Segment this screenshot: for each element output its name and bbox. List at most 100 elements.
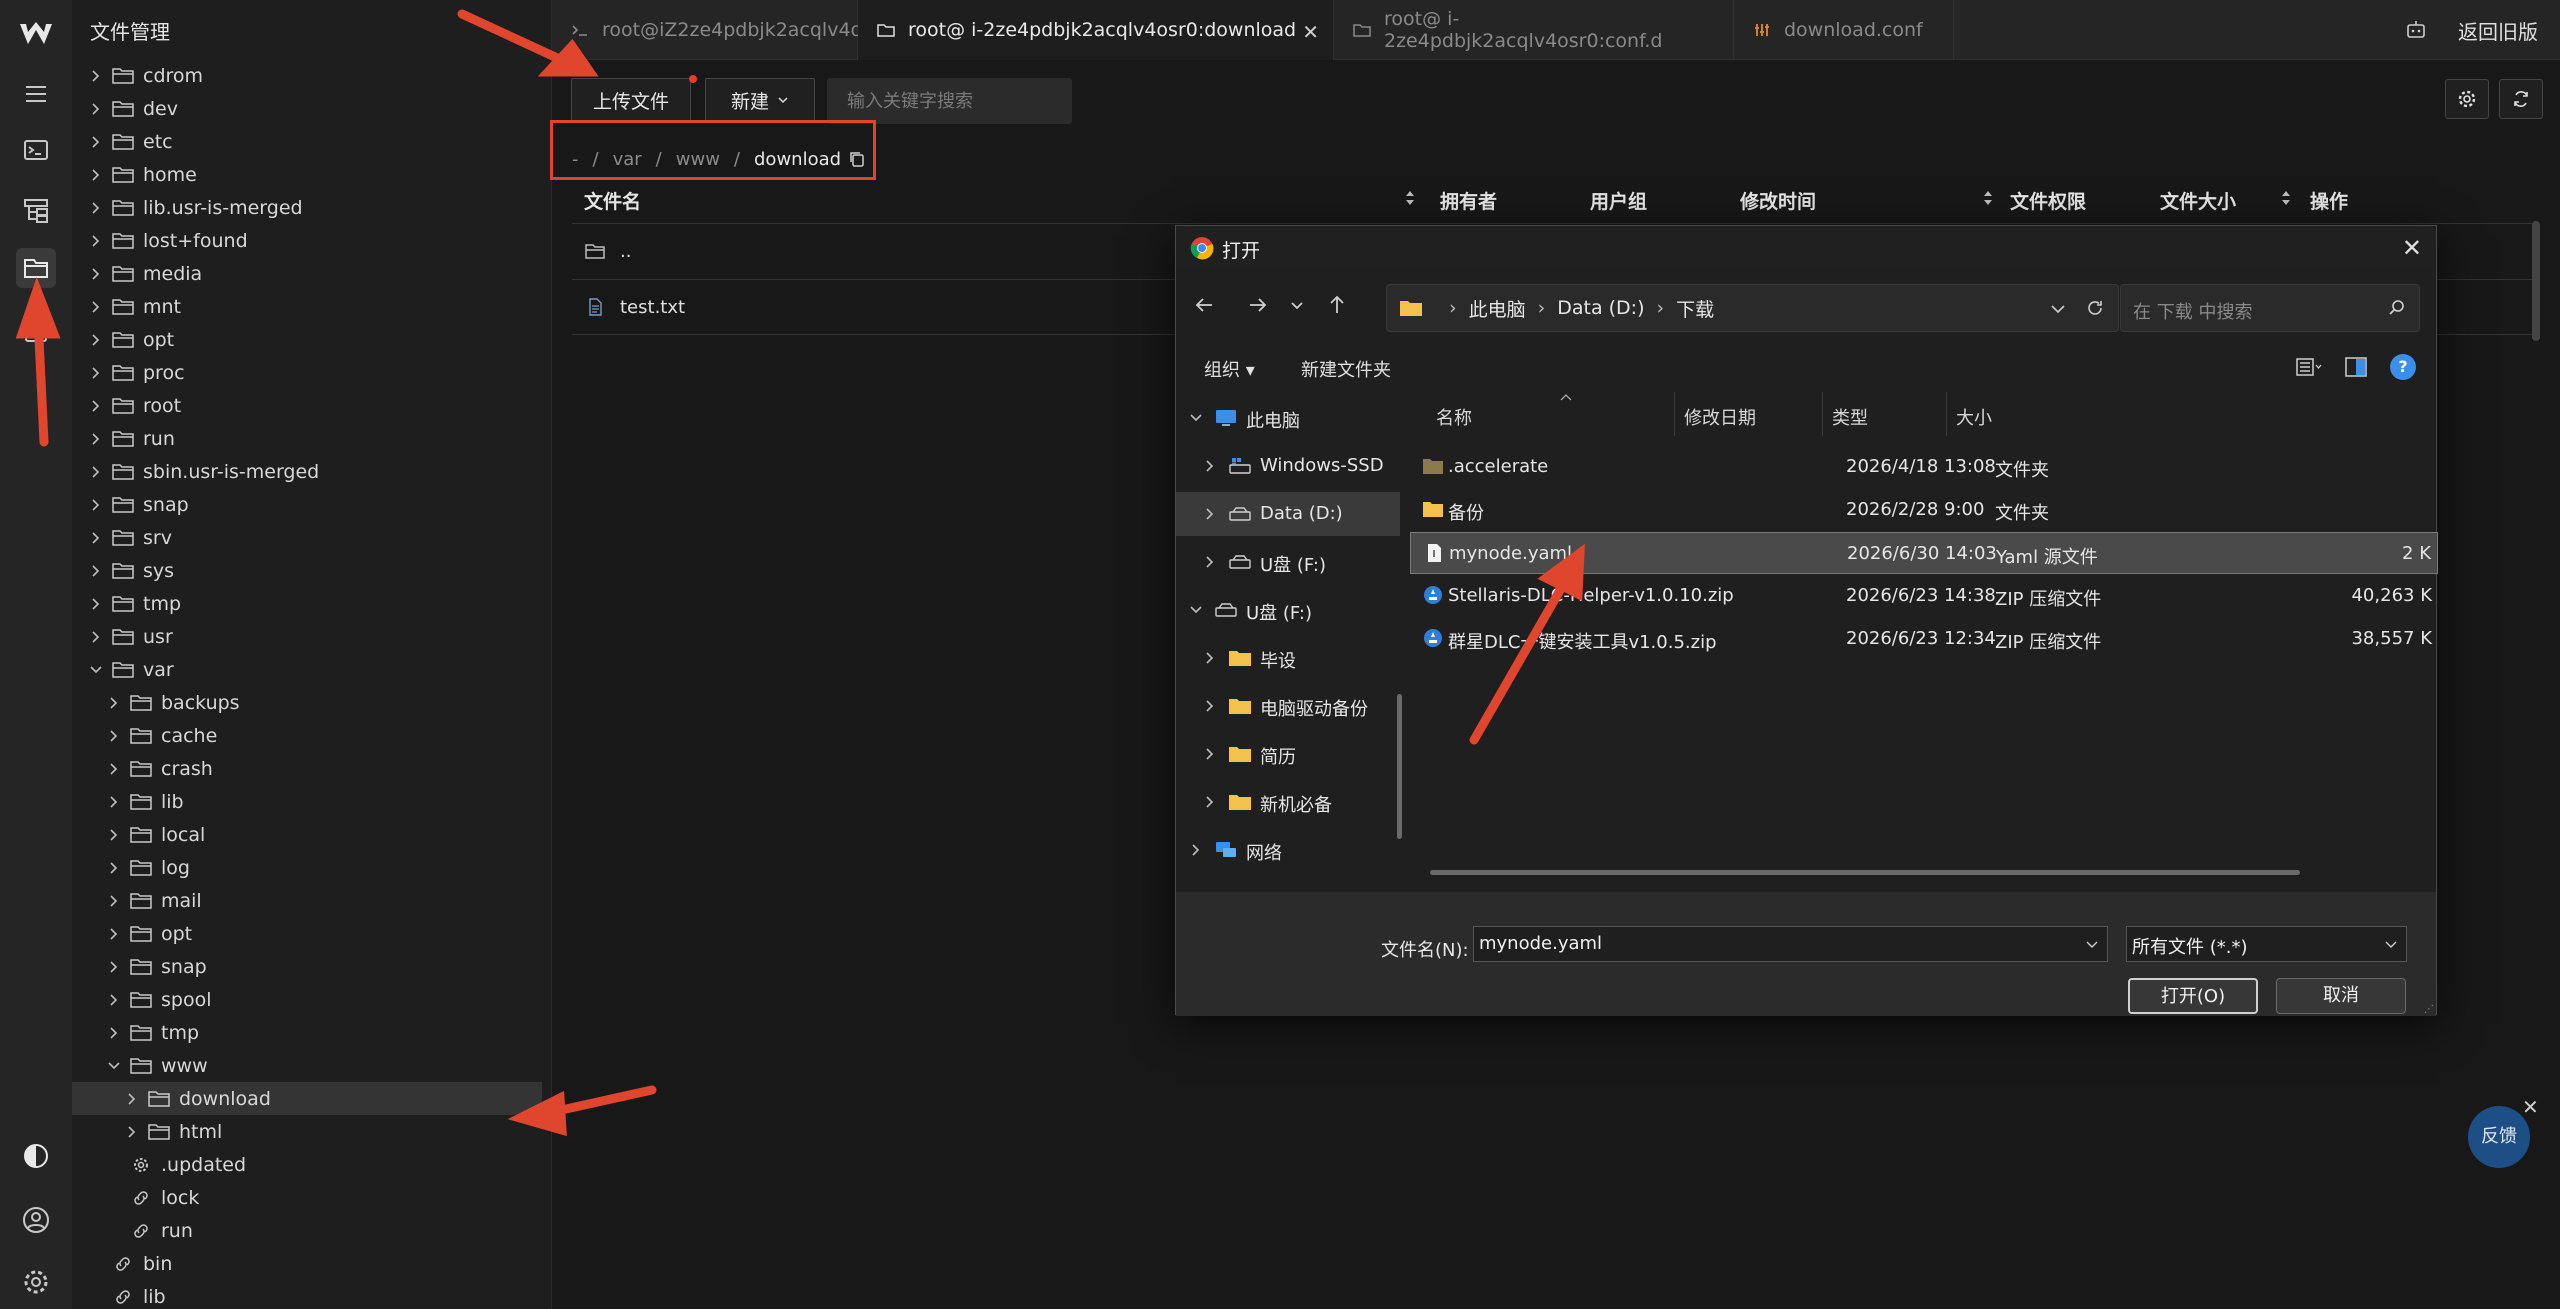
nav-item[interactable]: 简历 [1176,732,1400,776]
upload-file-button[interactable]: 上传文件 [571,78,691,122]
chevron-right-icon[interactable] [1202,554,1218,570]
feedback-close-icon[interactable]: ✕ [2522,1095,2539,1119]
new-folder-button[interactable]: 新建文件夹 [1301,356,1391,382]
chevron-right-icon[interactable] [1188,842,1204,858]
terminal-icon[interactable] [16,130,56,170]
view-list-icon[interactable] [2294,354,2322,380]
tree-item-download[interactable]: download [72,1082,542,1115]
tree-item-html[interactable]: html [72,1115,542,1148]
chevron-right-icon[interactable] [88,497,104,513]
back-to-old-version-link[interactable]: 返回旧版 [2458,16,2538,45]
col-mtime[interactable]: 修改时间 [1740,187,1816,214]
address-bar[interactable]: › 此电脑 › Data (D:) › 下载 [1386,284,2119,332]
theme-toggle-icon[interactable] [16,1136,56,1176]
filetype-select[interactable]: 所有文件 (*.*) [2126,926,2407,962]
chevron-right-icon[interactable] [1202,794,1218,810]
chevron-right-icon[interactable] [106,992,122,1008]
chevron-right-icon[interactable] [124,1124,140,1140]
file-manager-icon[interactable] [16,248,56,288]
chevron-right-icon[interactable] [1202,698,1218,714]
tree-item-usr[interactable]: usr [72,620,542,653]
settings-button[interactable] [2445,79,2489,119]
tree-item-media[interactable]: media [72,257,542,290]
chevron-right-icon[interactable] [106,926,122,942]
chevron-right-icon[interactable] [88,365,104,381]
sort-icon[interactable] [2279,187,2293,209]
tree-item-proc[interactable]: proc [72,356,542,389]
search-input[interactable] [827,78,1072,124]
chevron-right-icon[interactable] [106,761,122,777]
monitor-icon[interactable] [16,312,56,352]
tree-item-cdrom[interactable]: cdrom [72,59,542,92]
sort-icon[interactable] [1981,187,1995,209]
tree-item-log[interactable]: log [72,851,542,884]
nav-item[interactable]: U盘 (F:) [1176,588,1400,632]
chevron-right-icon[interactable] [88,563,104,579]
address-segment[interactable]: Data (D:) [1557,297,1644,319]
chevron-right-icon[interactable] [1202,458,1218,474]
tree-item-lost-found[interactable]: lost+found [72,224,542,257]
tree-item-lock[interactable]: lock [72,1181,542,1214]
file-row[interactable]: 备份 2026/2/28 9:00 文件夹 [1410,489,2438,531]
tree-item-bin[interactable]: bin [72,1247,542,1280]
assistant-bot-icon[interactable] [2404,18,2428,42]
up-arrow-icon[interactable] [1322,290,1352,320]
nav-item[interactable]: 此电脑 [1176,396,1400,440]
menu-icon[interactable] [16,74,56,114]
chevron-down-icon[interactable] [88,662,104,678]
resize-grip-icon[interactable]: ⋰ [2424,1004,2434,1015]
tree-item-crash[interactable]: crash [72,752,542,785]
chevron-right-icon[interactable] [106,728,122,744]
back-arrow-icon[interactable] [1190,290,1220,320]
chevron-right-icon[interactable] [88,200,104,216]
filename-input[interactable]: mynode.yaml [1473,926,2108,962]
chevron-right-icon[interactable] [88,134,104,150]
chevron-down-icon[interactable] [2048,299,2068,319]
chevron-right-icon[interactable] [88,629,104,645]
column-divider[interactable] [1822,392,1823,436]
file-list-hscrollbar[interactable] [1430,870,2300,875]
column-divider[interactable] [1946,392,1947,436]
tree-item-www[interactable]: www [72,1049,542,1082]
tab-download-conf[interactable]: download.conf [1734,0,1954,60]
chevron-right-icon[interactable] [106,794,122,810]
col-date[interactable]: 修改日期 [1684,404,1756,430]
tree-item-snap[interactable]: snap [72,950,542,983]
server-tree-icon[interactable] [16,190,56,230]
chevron-right-icon[interactable] [88,233,104,249]
tree-item-mail[interactable]: mail [72,884,542,917]
tab-terminal[interactable]: root@iZ2ze4pdbjk2acqlv4osr0Z [552,0,905,60]
chevron-right-icon[interactable] [88,101,104,117]
tree-item-home[interactable]: home [72,158,542,191]
chevron-down-icon[interactable] [2085,937,2099,951]
col-type[interactable]: 类型 [1832,404,1868,430]
forward-arrow-icon[interactable] [1242,290,1272,320]
refresh-icon[interactable] [2084,297,2106,319]
col-size[interactable]: 大小 [1956,404,1992,430]
tree-item-run[interactable]: run [72,422,542,455]
recent-chevron-icon[interactable] [1282,290,1312,320]
chevron-right-icon[interactable] [88,431,104,447]
chevron-right-icon[interactable] [88,464,104,480]
new-dropdown-button[interactable]: 新建 [705,78,815,122]
cancel-button[interactable]: 取消 [2276,978,2406,1014]
tree-item-lib-usr-is-merged[interactable]: lib.usr-is-merged [72,191,542,224]
tree-item-snap[interactable]: snap [72,488,542,521]
chevron-right-icon[interactable] [88,530,104,546]
tree-item-backups[interactable]: backups [72,686,542,719]
tree-item-mnt[interactable]: mnt [72,290,542,323]
tree-item-opt[interactable]: opt [72,917,542,950]
tree-item-var[interactable]: var [72,653,542,686]
dialog-close-icon[interactable]: ✕ [2402,234,2422,262]
organize-menu[interactable]: 组织 ▾ [1204,356,1255,382]
chevron-right-icon[interactable] [1202,746,1218,762]
chevron-right-icon[interactable] [124,1091,140,1107]
tree-item-lib[interactable]: lib [72,785,542,818]
chevron-right-icon[interactable] [88,68,104,84]
file-row[interactable]: Stellaris-DLC-Helper-v1.0.10.zip 2026/6/2… [1410,575,2438,617]
user-icon[interactable] [16,1200,56,1240]
nav-item[interactable]: U盘 (F:) [1176,540,1400,584]
file-row[interactable]: mynode.yaml 2026/6/30 14:03 Yaml 源文件 2 K [1410,532,2438,574]
help-icon[interactable]: ? [2390,354,2416,380]
chevron-right-icon[interactable] [88,596,104,612]
